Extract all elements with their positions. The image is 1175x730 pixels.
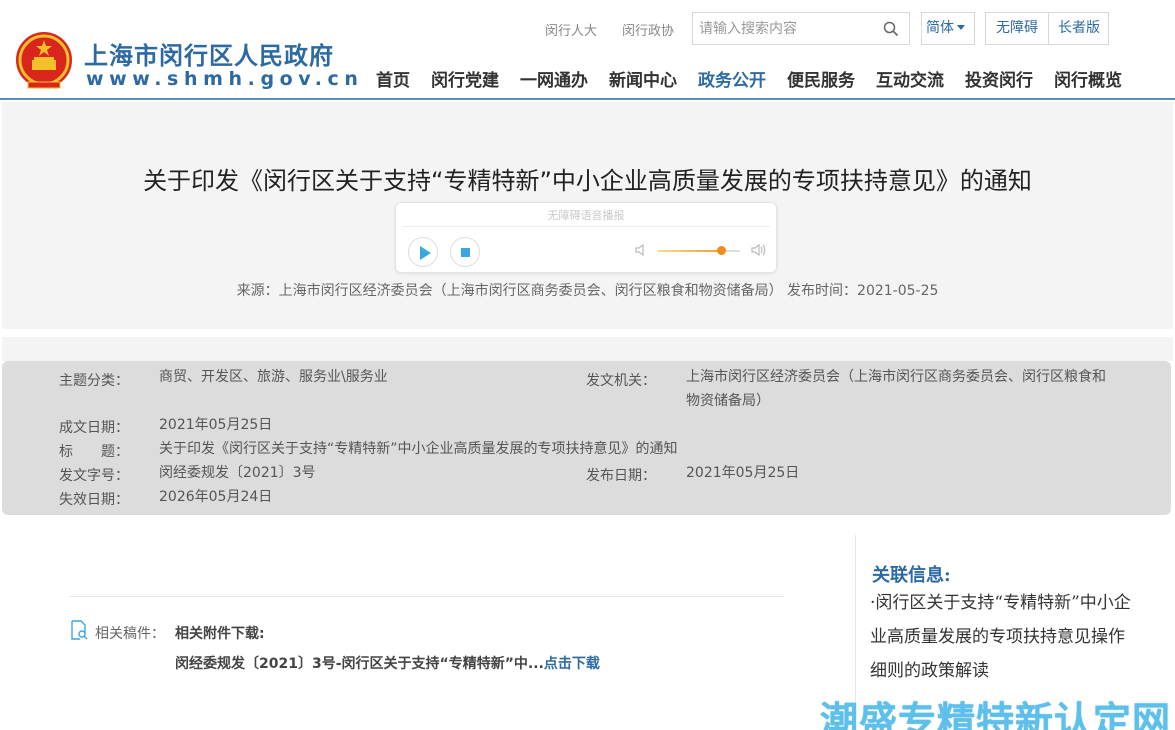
issuer-value-line2: 物资储备局） (686, 393, 770, 409)
issuer-value-line1: 上海市闵行区经济委员会（上海市闵行区商务委员会、闵行区粮食和 (686, 369, 1106, 385)
player-label: 无障碍语音播报 (547, 209, 625, 222)
expire-date-label: 失效日期： (59, 492, 129, 508)
search-box (692, 12, 910, 45)
related-info-title: 关联信息: (872, 565, 951, 586)
issuer-label: 发文机关： (586, 373, 656, 389)
attachment-file-name[interactable]: 闵经委规发〔2021〕3号-闵行区关于支持“专精特新”中... (175, 656, 544, 672)
divider (70, 596, 784, 597)
voice-player: 无障碍语音播报 (395, 202, 777, 273)
main-nav: 首页 闵行党建 一网通办 新闻中心 政务公开 便民服务 互动交流 投资闵行 闵行… (376, 66, 1122, 91)
site-title[interactable]: 上海市闵行区人民政府 (84, 36, 334, 71)
document-icon (71, 620, 88, 640)
nav-item-government-affairs[interactable]: 政务公开 (698, 66, 766, 91)
stop-button[interactable] (450, 237, 480, 267)
search-input[interactable] (699, 19, 879, 39)
nav-item-news[interactable]: 新闻中心 (609, 66, 677, 91)
top-link-renda[interactable]: 闵行人大 (545, 20, 597, 39)
publish-date-value: 2021年05月25日 (686, 465, 800, 481)
title-label: 标 题： (59, 444, 129, 460)
volume-low-icon[interactable] (634, 243, 648, 257)
article-header: 关于印发《闵行区关于支持“专精特新”中小企业高质量发展的专项扶持意见》的通知 无… (2, 102, 1173, 329)
document-info-box: 主题分类： 商贸、开发区、旅游、服务业\服务业 发文机关： 上海市闵行区经济委员… (2, 361, 1171, 515)
nav-item-party[interactable]: 闵行党建 (431, 66, 499, 91)
volume-knob[interactable] (717, 246, 727, 255)
download-link[interactable]: 点击下载 (544, 656, 600, 672)
attachment-item: 闵经委规发〔2021〕3号-闵行区关于支持“专精特新”中...点击下载 (175, 653, 600, 673)
volume-high-icon[interactable] (750, 243, 768, 257)
chevron-down-icon (957, 25, 965, 30)
nav-item-services[interactable]: 便民服务 (787, 66, 855, 91)
nav-item-home[interactable]: 首页 (376, 66, 410, 91)
watermark-text: 潮盛专精特新认定网 (820, 699, 1172, 730)
volume-fill (658, 250, 722, 252)
topic-value: 商贸、开发区、旅游、服务业\服务业 (159, 369, 388, 385)
search-icon[interactable] (883, 21, 899, 37)
divider (402, 226, 770, 227)
publish-date-label: 发布日期： (586, 468, 656, 484)
accessibility-button[interactable]: 无障碍 (986, 13, 1048, 44)
nav-item-interaction[interactable]: 互动交流 (876, 66, 944, 91)
nav-item-invest[interactable]: 投资闵行 (965, 66, 1033, 91)
site-header: 上海市闵行区人民政府 www.shmh.gov.cn 闵行人大 闵行政协 简体 … (0, 0, 1175, 100)
related-info-link[interactable]: ·闵行区关于支持“专精特新”中小企业高质量发展的专项扶持意见操作细则的政策解读 (870, 586, 1140, 688)
created-date-label: 成文日期： (59, 420, 129, 436)
source-line: 来源：上海市闵行区经济委员会（上海市闵行区商务委员会、闵行区粮食和物资储备局） … (236, 283, 939, 299)
accessibility-group: 无障碍 长者版 (985, 12, 1109, 45)
related-docs-label: 相关稿件： (95, 626, 165, 642)
national-emblem-icon (16, 32, 72, 89)
topic-label: 主题分类： (59, 373, 129, 389)
expire-date-value: 2026年05月24日 (159, 489, 273, 505)
doc-number-value: 闵经委规发〔2021〕3号 (159, 465, 316, 481)
top-link-zhengxie[interactable]: 闵行政协 (622, 20, 674, 39)
title-value: 关于印发《闵行区关于支持“专精特新”中小企业高质量发展的专项扶持意见》的通知 (159, 441, 678, 457)
language-label: 简体 (926, 20, 954, 36)
spacer-strip (2, 337, 1173, 361)
play-button[interactable] (408, 237, 438, 267)
created-date-value: 2021年05月25日 (159, 417, 273, 433)
site-url[interactable]: www.shmh.gov.cn (86, 68, 364, 90)
doc-number-label: 发文字号： (59, 468, 129, 484)
attachments-heading: 相关附件下载: (175, 626, 265, 642)
volume-slider[interactable] (658, 246, 740, 255)
elderly-mode-button[interactable]: 长者版 (1049, 13, 1109, 44)
page-title: 关于印发《闵行区关于支持“专精特新”中小企业高质量发展的专项扶持意见》的通知 (143, 167, 1032, 195)
nav-item-oneservice[interactable]: 一网通办 (520, 66, 588, 91)
language-select[interactable]: 简体 (921, 12, 975, 45)
nav-item-overview[interactable]: 闵行概览 (1054, 66, 1122, 91)
